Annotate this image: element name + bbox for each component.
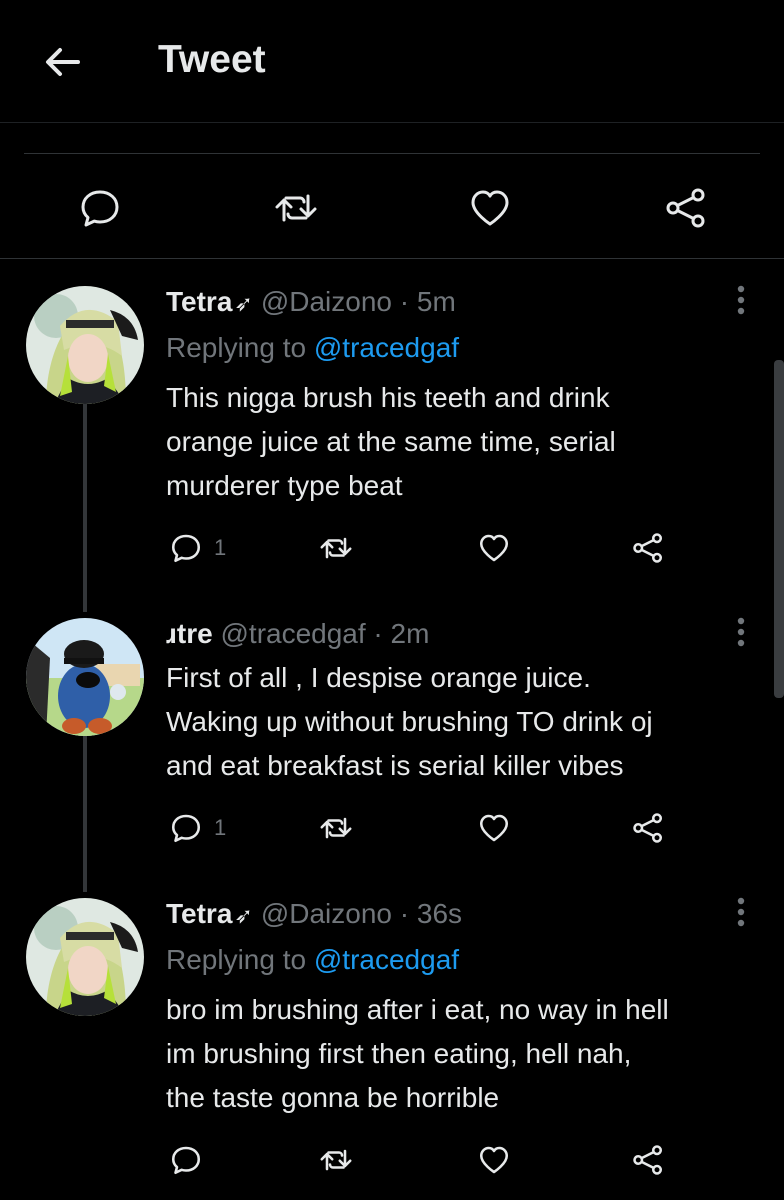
like-icon	[479, 814, 509, 842]
avatar[interactable]	[26, 618, 144, 736]
tweet-actions: 1	[166, 806, 726, 850]
display-name[interactable]: Tetra	[166, 898, 232, 929]
like-button[interactable]	[476, 806, 512, 850]
more-options-icon[interactable]	[726, 614, 756, 654]
retweet-icon	[320, 1149, 352, 1171]
more-options-icon[interactable]	[726, 894, 756, 934]
display-name[interactable]: Tetra	[166, 286, 232, 317]
retweet-icon	[320, 537, 352, 559]
avatar[interactable]	[26, 898, 144, 1016]
thread-line	[83, 404, 87, 612]
retweet-button[interactable]	[318, 1138, 354, 1182]
share-button[interactable]	[630, 806, 666, 850]
tweet-meta: Tetra➶ @Daizono · 5m	[166, 284, 456, 322]
like-icon	[479, 534, 509, 562]
like-icon	[479, 1146, 509, 1174]
reply-count: 1	[214, 535, 227, 560]
share-icon	[633, 533, 663, 563]
handle[interactable]: @tracedgaf	[220, 618, 365, 649]
reply-button[interactable]	[168, 1138, 214, 1182]
separator: ·	[365, 618, 391, 649]
reply-count: 1	[214, 815, 227, 840]
retweet-button[interactable]	[318, 806, 354, 850]
thread-line	[83, 736, 87, 892]
handle[interactable]: @Daizono	[261, 898, 392, 929]
share-button[interactable]	[630, 1138, 666, 1182]
tweet-text: This nigga brush his teeth and drink ora…	[166, 382, 616, 501]
separator: ·	[391, 286, 417, 317]
reply-button[interactable]: 1	[168, 806, 226, 850]
tweet-text: bro im brushing after i eat, no way in h…	[166, 994, 669, 1113]
retweet-icon	[320, 817, 352, 839]
replying-to: Replying to @tracedgaf	[166, 942, 459, 978]
separator: ·	[391, 898, 417, 929]
tweet-actions: 1	[166, 526, 726, 570]
timestamp[interactable]: 2m	[391, 618, 430, 649]
more-options-icon[interactable]	[726, 282, 756, 322]
reply-button[interactable]: 1	[168, 526, 226, 570]
username-badge-icon: ➶	[234, 291, 253, 316]
display-name[interactable]: ɹtre	[166, 618, 213, 649]
page-title: Tweet	[158, 38, 266, 81]
replying-to: Replying to @tracedgaf	[166, 330, 459, 366]
reply-icon[interactable]	[76, 184, 124, 232]
tweet-text: First of all , I despise orange juice. W…	[166, 662, 653, 781]
top-bar: Tweet	[0, 0, 784, 123]
share-button[interactable]	[630, 526, 666, 570]
tweet-meta: Tetra➶ @Daizono · 36s	[166, 896, 462, 934]
reply-icon	[171, 814, 201, 843]
replying-to-label: Replying to	[166, 332, 314, 363]
handle[interactable]: @Daizono	[261, 286, 392, 317]
tweet-actions	[166, 1138, 726, 1182]
main-tweet-action-bar	[0, 154, 784, 259]
share-icon	[633, 1145, 663, 1175]
mention-link[interactable]: @tracedgaf	[314, 944, 459, 975]
like-button[interactable]	[476, 1138, 512, 1182]
scrollbar[interactable]	[774, 360, 784, 698]
tweet-meta: ɹtre @tracedgaf · 2m	[166, 616, 429, 652]
like-icon[interactable]	[466, 184, 514, 232]
reply-icon	[171, 1146, 201, 1175]
share-icon	[633, 813, 663, 843]
mention-link[interactable]: @tracedgaf	[314, 332, 459, 363]
share-icon[interactable]	[662, 184, 710, 232]
retweet-button[interactable]	[318, 526, 354, 570]
arrow-left-icon[interactable]	[40, 40, 84, 84]
timestamp[interactable]: 5m	[417, 286, 456, 317]
replying-to-label: Replying to	[166, 944, 314, 975]
retweet-icon[interactable]	[272, 184, 320, 232]
avatar[interactable]	[26, 286, 144, 404]
username-badge-icon: ➶	[234, 903, 253, 928]
timestamp[interactable]: 36s	[417, 898, 462, 929]
like-button[interactable]	[476, 526, 512, 570]
reply-icon	[171, 534, 201, 563]
